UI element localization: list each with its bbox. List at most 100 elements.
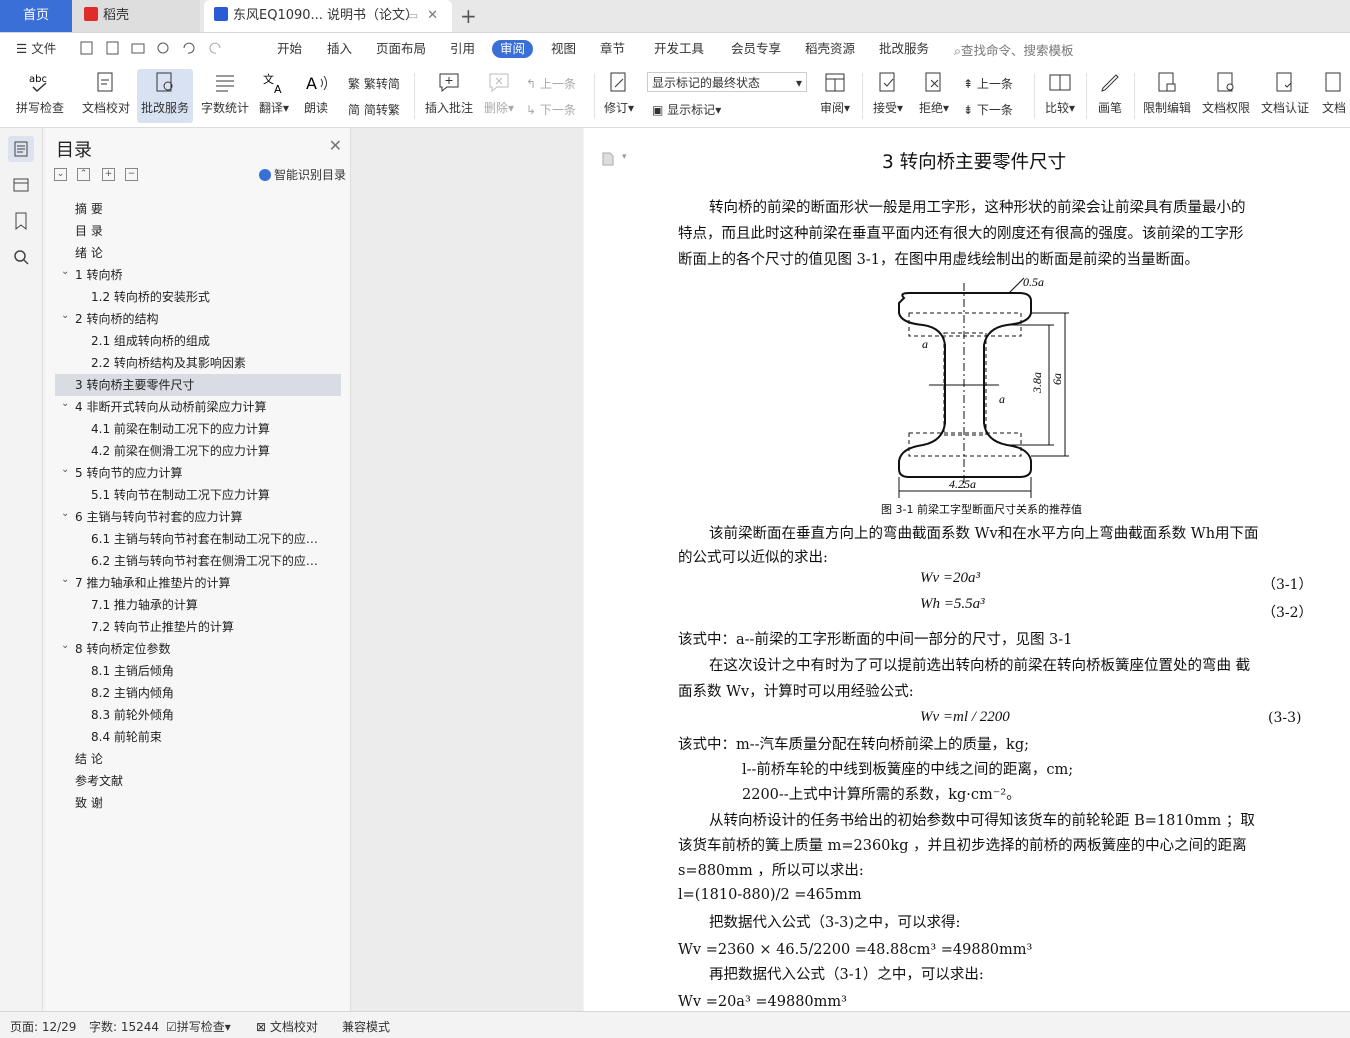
page-indicator[interactable]: 页面: 12/29	[10, 1018, 76, 1035]
review-pane-button[interactable]: 审阅▾	[815, 69, 855, 123]
toc-item[interactable]: 摘 要	[46, 198, 350, 220]
restrict-edit-button[interactable]: 限制编辑	[1140, 69, 1194, 123]
remove-heading-icon[interactable]: −	[125, 168, 138, 181]
window-icon[interactable]: ▭	[408, 0, 418, 32]
toc-item[interactable]: ⌄ 1 转向桥	[46, 264, 350, 286]
toc-item[interactable]: 1.2 转向桥的安装形式	[46, 286, 350, 308]
menu-reference[interactable]: 引用	[450, 40, 475, 58]
doc-certify-button[interactable]: 文档认证	[1258, 69, 1312, 123]
toc-item[interactable]: ⌄ 7 推力轴承和止推垫片的计算	[46, 572, 350, 594]
tab-daoke[interactable]: 稻壳	[72, 0, 200, 32]
next-comment-button[interactable]: ↳ 下一条	[526, 101, 576, 118]
doc-permission-button[interactable]: 文档权限	[1199, 69, 1253, 123]
pen-label: 画笔	[1097, 101, 1122, 115]
toc-item[interactable]: ⌄ 6 主销与转向节衬套的应力计算	[46, 506, 350, 528]
menu-file[interactable]: ☰ 文件	[16, 40, 56, 58]
menu-view[interactable]: 视图	[551, 40, 576, 58]
toc-item[interactable]: 4.2 前梁在侧滑工况下的应力计算	[46, 440, 350, 462]
trad-to-simp-button[interactable]: 繁 繁转简	[348, 75, 400, 92]
tab-home[interactable]: 首页	[0, 0, 72, 32]
toc-item[interactable]: 2.2 转向桥结构及其影响因素	[46, 352, 350, 374]
word-count-button[interactable]: 字数统计	[199, 69, 251, 123]
chevron-down-icon[interactable]: ⌄	[61, 638, 69, 657]
command-search[interactable]: ⌕查找命令、搜索模板	[954, 40, 1074, 59]
spell-check-button[interactable]: abc 拼写检查	[8, 69, 72, 123]
status-spell-check[interactable]: ☑拼写检查▾	[166, 1018, 231, 1035]
doc-more-button[interactable]: 文档	[1318, 69, 1350, 123]
toc-item[interactable]: 6.2 主销与转向节衬套在侧滑工况下的应力 ...	[46, 550, 350, 572]
menu-insert[interactable]: 插入	[327, 40, 352, 58]
find-button[interactable]	[8, 244, 34, 270]
toc-item[interactable]: 8.4 前轮前束	[46, 726, 350, 748]
toc-item[interactable]: 2.1 组成转向桥的组成	[46, 330, 350, 352]
toc-item[interactable]: 8.1 主销后倾角	[46, 660, 350, 682]
toc-item[interactable]: 结 论	[46, 748, 350, 770]
toc-panel-button[interactable]	[8, 136, 34, 162]
next-change-button[interactable]: ⇟ 下一条	[963, 101, 1013, 118]
chevron-down-icon[interactable]: ⌄	[61, 264, 69, 283]
pen-button[interactable]: 画笔	[1092, 69, 1128, 123]
menu-review[interactable]: 审阅	[492, 40, 534, 58]
prev-comment-button[interactable]: ↰ 上一条	[526, 75, 576, 92]
delete-comment-button[interactable]: 删除▾	[480, 69, 518, 123]
smart-toc-button[interactable]: 智能识别目录	[258, 166, 346, 183]
toc-item[interactable]: ⌄ 2 转向桥的结构	[46, 308, 350, 330]
quick-access-icons[interactable]	[80, 40, 250, 56]
collapse-all-icon[interactable]: ⌄	[54, 168, 67, 181]
chevron-down-icon[interactable]: ⌄	[61, 506, 69, 525]
chevron-down-icon[interactable]: ▾	[622, 152, 627, 162]
compare-button[interactable]: 比较▾	[1040, 69, 1080, 123]
markup-state-select[interactable]: 显示标记的最终状态 ▾	[647, 72, 807, 92]
track-changes-button[interactable]: 修订▾	[600, 69, 638, 123]
toc-item[interactable]: 8.2 主销内倾角	[46, 682, 350, 704]
toc-item[interactable]: 参考文献	[46, 770, 350, 792]
menu-chapter[interactable]: 章节	[600, 40, 625, 58]
page-doc-icon[interactable]	[602, 152, 614, 166]
toc-item[interactable]: 7.2 转向节止推垫片的计算	[46, 616, 350, 638]
toc-item[interactable]: 8.3 前轮外倾角	[46, 704, 350, 726]
toc-item[interactable]: ⌄ 5 转向节的应力计算	[46, 462, 350, 484]
insert-comment-button[interactable]: 插入批注	[422, 69, 476, 123]
toc-item[interactable]: ⌄ 4 非断开式转向从动桥前梁应力计算	[46, 396, 350, 418]
show-markup-button[interactable]: ▣ 显示标记▾	[652, 101, 721, 118]
toc-item[interactable]: 6.1 主销与转向节衬套在制动工况下的应力 ...	[46, 528, 350, 550]
toc-item-label: 结 论	[75, 752, 103, 766]
menu-devtools[interactable]: 开发工具	[654, 40, 704, 58]
menu-layout[interactable]: 页面布局	[376, 40, 426, 58]
chapter-nav-button[interactable]	[8, 172, 34, 198]
tab-document[interactable]: 东风EQ1090... 说明书（论文） ▭ ✕	[204, 0, 452, 32]
toc-item[interactable]: 4.1 前梁在制动工况下的应力计算	[46, 418, 350, 440]
toc-item[interactable]: 5.1 转向节在制动工况下应力计算	[46, 484, 350, 506]
reject-button[interactable]: 拒绝▾	[914, 69, 954, 123]
toc-item[interactable]: 3 转向桥主要零件尺寸	[55, 374, 341, 396]
proofread-button[interactable]: 文档校对	[80, 69, 132, 123]
close-icon[interactable]: ✕	[427, 0, 438, 32]
expand-up-icon[interactable]: ⌃	[77, 168, 90, 181]
menu-daoke-resources[interactable]: 稻壳资源	[805, 40, 855, 58]
toc-item[interactable]: 致 谢	[46, 792, 350, 814]
accept-button[interactable]: 接受▾	[868, 69, 908, 123]
menu-member[interactable]: 会员专享	[731, 40, 781, 58]
menu-review-service[interactable]: 批改服务	[879, 40, 929, 58]
status-proofread[interactable]: ⊠ 文档校对	[256, 1018, 318, 1035]
chevron-down-icon[interactable]: ⌄	[61, 572, 69, 591]
prev-change-button[interactable]: ⇞ 上一条	[963, 75, 1013, 92]
add-heading-icon[interactable]: +	[102, 168, 115, 181]
simp-to-trad-button[interactable]: 简 简转繁	[348, 101, 400, 118]
new-tab-button[interactable]: +	[460, 0, 484, 32]
menu-start[interactable]: 开始	[277, 40, 302, 58]
read-aloud-button[interactable]: A 朗读	[300, 69, 332, 123]
chevron-down-icon[interactable]: ⌄	[61, 396, 69, 415]
toc-item[interactable]: 目 录	[46, 220, 350, 242]
review-service-button[interactable]: 批改服务	[137, 69, 193, 123]
toc-item[interactable]: 绪 论	[46, 242, 350, 264]
document-page[interactable]: ▾ 3 转向桥主要零件尺寸 转向桥的前梁的断面形状一般是用工字形，这种形状的前梁…	[584, 128, 1350, 1011]
toc-item[interactable]: ⌄ 8 转向桥定位参数	[46, 638, 350, 660]
close-icon[interactable]: ✕	[329, 136, 342, 155]
chevron-down-icon[interactable]: ⌄	[61, 308, 69, 327]
translate-button[interactable]: 文A 翻译▾	[256, 69, 292, 123]
bookmark-button[interactable]	[8, 208, 34, 234]
word-count[interactable]: 字数: 15244	[89, 1018, 159, 1035]
toc-item[interactable]: 7.1 推力轴承的计算	[46, 594, 350, 616]
chevron-down-icon[interactable]: ⌄	[61, 462, 69, 481]
